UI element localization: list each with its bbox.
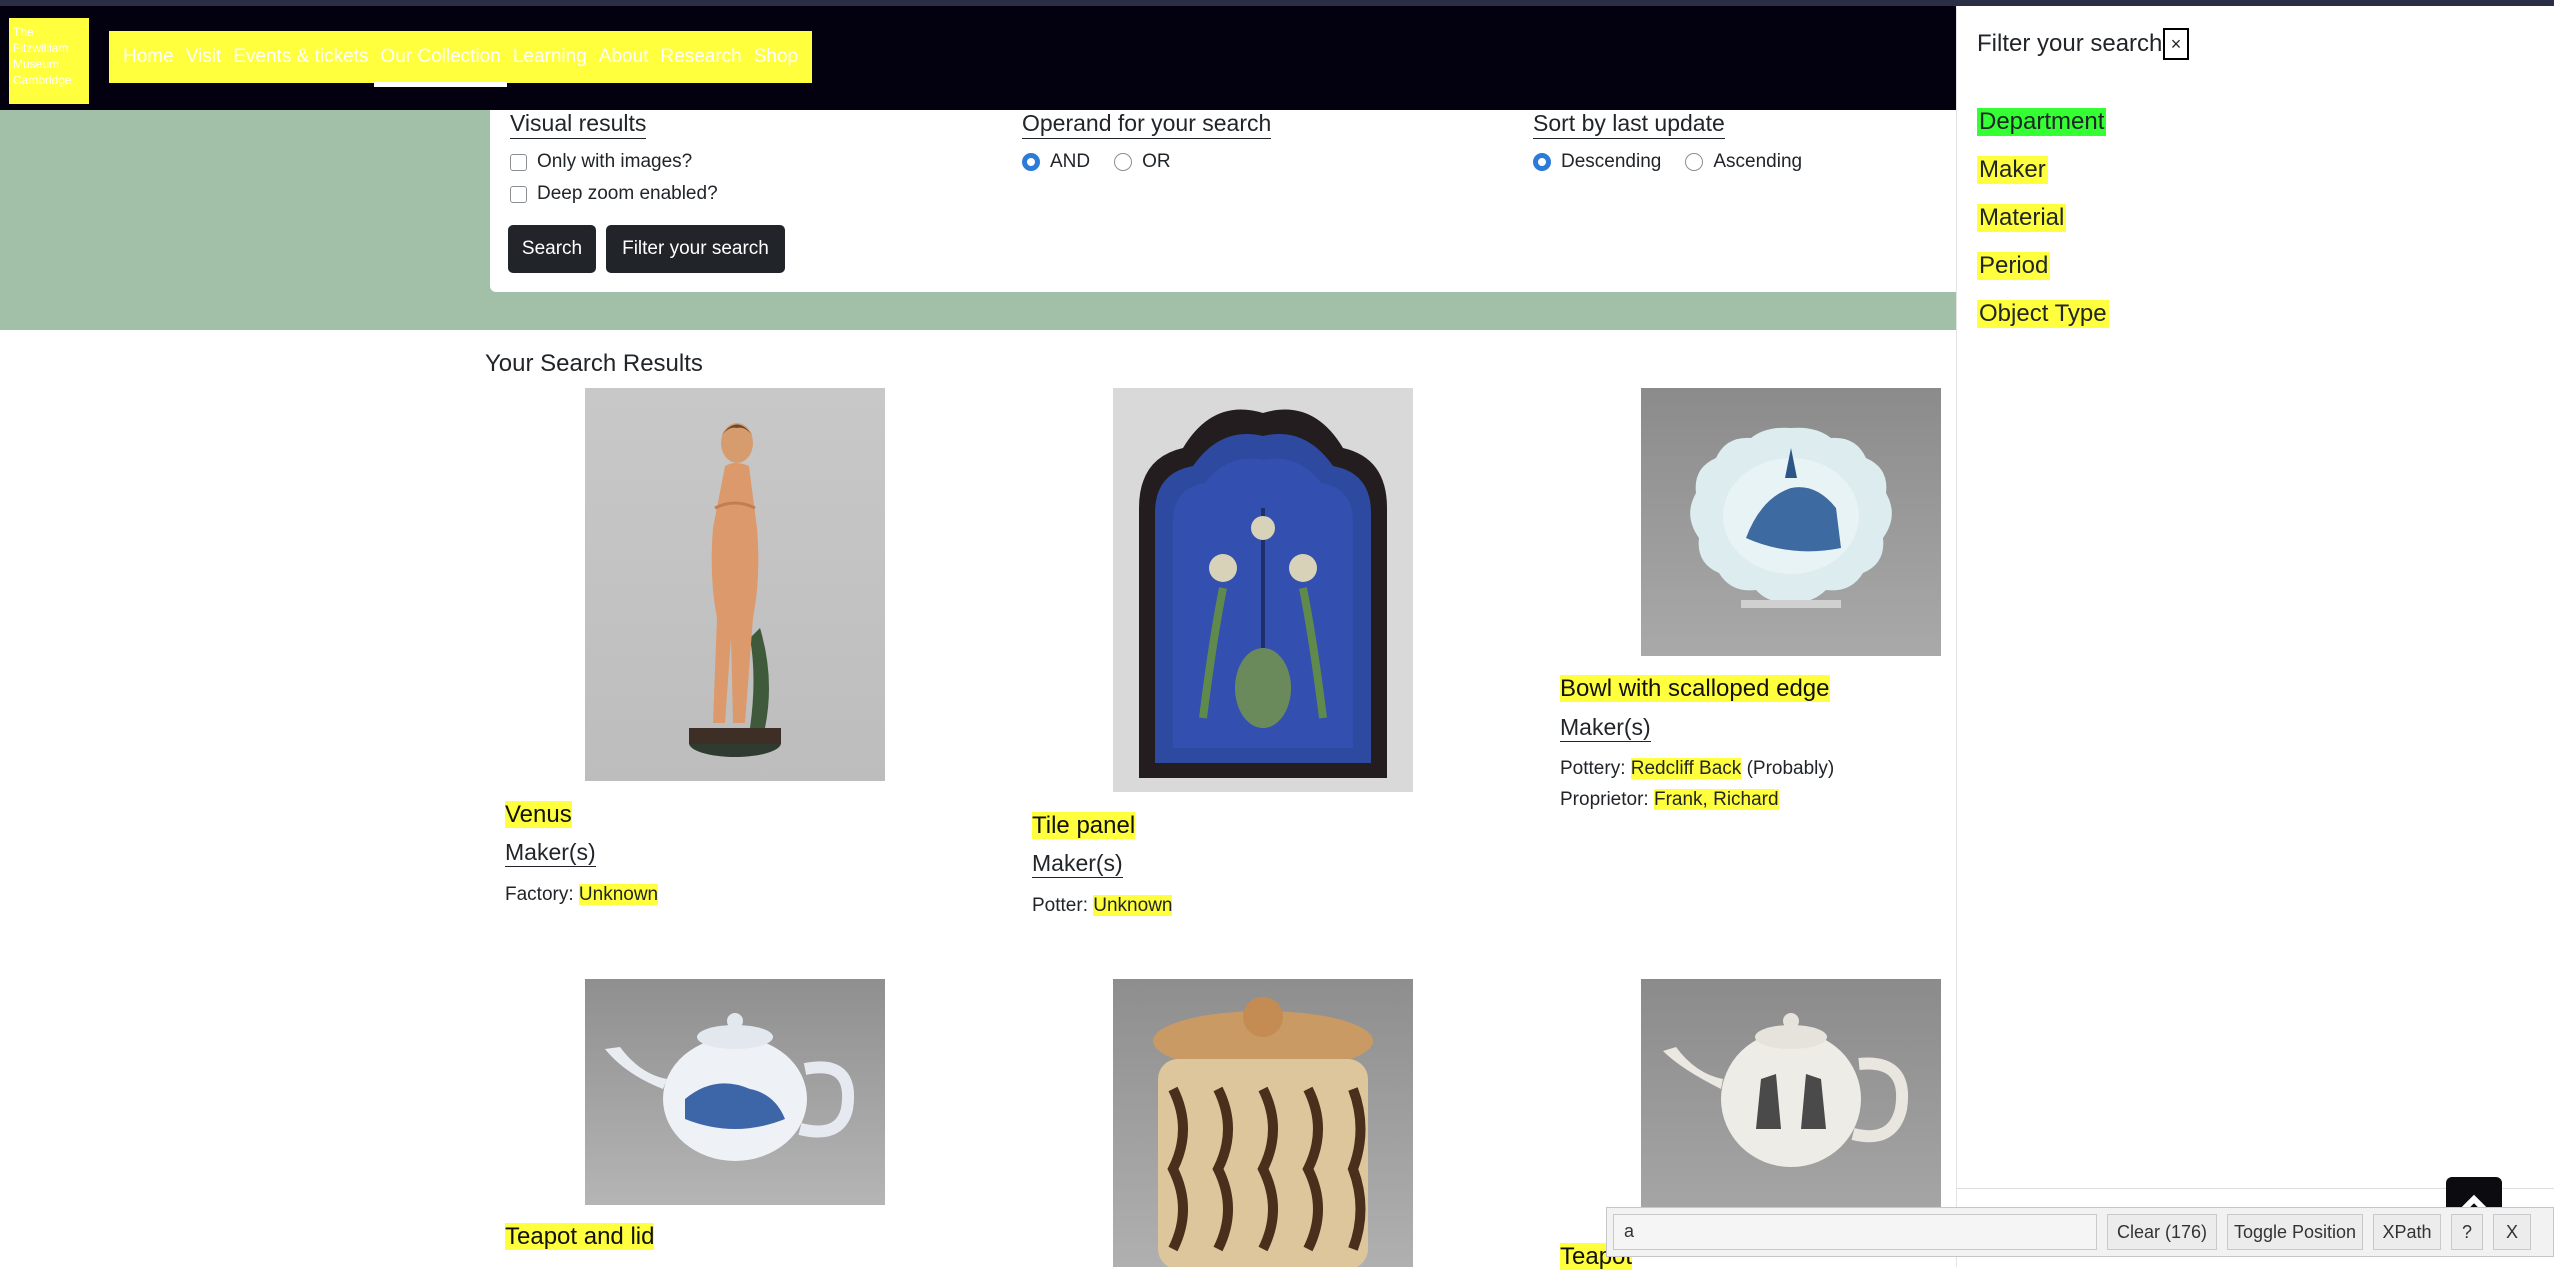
sort-desc-label: Descending	[1561, 151, 1662, 172]
nav-home[interactable]: Home	[123, 46, 174, 68]
maker-role: Proprietor:	[1560, 789, 1649, 810]
maker-line: Factory: Unknown	[505, 884, 659, 906]
sort-desc-option[interactable]: Descending	[1533, 151, 1661, 173]
maker-name-link[interactable]: Unknown	[578, 884, 659, 905]
search-button[interactable]: Search	[508, 225, 596, 273]
facet-period[interactable]: Period	[1977, 252, 2051, 280]
nav-shop[interactable]: Shop	[754, 46, 798, 68]
sort-asc-label: Ascending	[1713, 151, 1803, 172]
teapot-lid-image[interactable]	[585, 979, 885, 1205]
operand-and-label: AND	[1050, 151, 1091, 172]
xpath-query-input[interactable]: a	[1613, 1214, 2097, 1250]
search-options-panel: Visual results Only with images? Deep zo…	[490, 110, 1956, 292]
operand-or-label: OR	[1142, 151, 1171, 172]
help-button[interactable]: ?	[2451, 1214, 2483, 1250]
maker-name-link[interactable]: Redcliff Back	[1630, 758, 1742, 779]
jar-image[interactable]	[1113, 979, 1413, 1267]
maker-role: Factory:	[505, 884, 574, 905]
makers-heading[interactable]: Maker(s)	[1560, 714, 1651, 742]
nav-our-collection[interactable]: Our Collection	[374, 46, 508, 87]
venus-figurine-illustration	[689, 423, 781, 757]
sort-asc-radio[interactable]	[1685, 153, 1704, 171]
logo-line: Museum	[13, 57, 60, 71]
museum-logo[interactable]: The Fitzwilliam Museum Cambridge	[9, 18, 89, 104]
sort-radios: Descending Ascending	[1533, 151, 1826, 173]
nav-learning[interactable]: Learning	[513, 46, 587, 68]
sort-group: Sort by last update Descending Ascending	[1533, 110, 1826, 173]
operand-or-radio[interactable]	[1114, 153, 1133, 171]
result-title-text[interactable]: Bowl with scalloped edge	[1560, 675, 1830, 702]
makers-heading[interactable]: Maker(s)	[1032, 850, 1123, 878]
xpath-toolbar: a Clear (176) Toggle Position XPath ? X	[1606, 1207, 2554, 1257]
maker-line: Proprietor: Frank, Richard	[1560, 789, 1779, 811]
sort-desc-radio[interactable]	[1533, 153, 1551, 171]
deep-zoom-checkbox[interactable]	[510, 185, 527, 203]
results-heading: Your Search Results	[485, 350, 703, 377]
venus-image[interactable]	[585, 388, 885, 781]
site-navbar: The Fitzwilliam Museum Cambridge Home Vi…	[0, 6, 1956, 110]
operand-or-option[interactable]: OR	[1114, 151, 1171, 173]
result-card-title[interactable]: Tile panel	[1032, 812, 1136, 840]
jar-illustration	[1153, 997, 1373, 1267]
xpath-button[interactable]: XPath	[2373, 1214, 2441, 1250]
logo-line: The	[13, 25, 34, 39]
only-images-label: Only with images?	[537, 151, 693, 172]
only-images-row: Only with images?	[510, 151, 718, 173]
facet-object-type[interactable]: Object Type	[1977, 300, 2109, 328]
result-title-text[interactable]: Teapot and lid	[505, 1223, 655, 1250]
only-images-checkbox[interactable]	[510, 153, 527, 171]
deep-zoom-row: Deep zoom enabled?	[510, 183, 718, 205]
facet-material[interactable]: Material	[1977, 204, 2067, 232]
nav-research[interactable]: Research	[660, 46, 741, 68]
bowl-image[interactable]	[1641, 388, 1941, 656]
facet-maker[interactable]: Maker	[1977, 156, 2048, 184]
result-title-text[interactable]: Venus	[505, 801, 572, 828]
result-title-text[interactable]: Tile panel	[1032, 812, 1136, 839]
maker-role: Pottery:	[1560, 758, 1626, 779]
operand-radios: AND OR	[1022, 151, 1271, 173]
operand-and-radio[interactable]	[1022, 153, 1040, 171]
close-toolbar-button[interactable]: X	[2493, 1214, 2531, 1250]
maker-line: Potter: Unknown	[1032, 895, 1173, 917]
tile-panel-image[interactable]	[1113, 388, 1413, 792]
close-icon[interactable]: ×	[2163, 28, 2189, 60]
teapot-illustration	[605, 1013, 855, 1161]
nav-visit[interactable]: Visit	[186, 46, 222, 68]
toggle-position-button[interactable]: Toggle Position	[2227, 1214, 2363, 1250]
main-nav: Home Visit Events & tickets Our Collecti…	[109, 31, 813, 87]
makers-heading[interactable]: Maker(s)	[505, 839, 596, 867]
teapot-image[interactable]	[1641, 979, 1941, 1207]
maker-name-link[interactable]: Frank, Richard	[1653, 789, 1779, 810]
maker-name-link[interactable]: Unknown	[1093, 895, 1173, 916]
sort-title: Sort by last update	[1533, 110, 1725, 139]
maker-qualifier: (Probably)	[1741, 758, 1835, 779]
sidebar-title: Filter your search	[1977, 30, 2163, 57]
logo-line: Fitzwilliam	[13, 41, 69, 55]
logo-line: Cambridge	[13, 73, 72, 87]
teapot-print-illustration	[1663, 1013, 1909, 1167]
maker-line: Pottery: Redcliff Back (Probably)	[1560, 758, 1834, 780]
maker-role: Potter:	[1032, 895, 1088, 916]
deep-zoom-label: Deep zoom enabled?	[537, 183, 718, 204]
result-card-title[interactable]: Teapot and lid	[505, 1223, 655, 1251]
filter-sidebar: Filter your search × Department Maker Ma…	[1956, 6, 2554, 1267]
visual-results-group: Visual results Only with images? Deep zo…	[510, 110, 718, 205]
sort-asc-option[interactable]: Ascending	[1685, 151, 1802, 173]
filter-search-button[interactable]: Filter your search	[606, 225, 785, 273]
nav-about[interactable]: About	[599, 46, 649, 68]
clear-button[interactable]: Clear (176)	[2107, 1214, 2217, 1250]
result-card-title[interactable]: Bowl with scalloped edge	[1560, 675, 1830, 703]
tile-panel-illustration	[1139, 409, 1387, 778]
result-card-title[interactable]: Venus	[505, 801, 572, 829]
nav-events-tickets[interactable]: Events & tickets	[233, 46, 368, 68]
operand-group: Operand for your search AND OR	[1022, 110, 1272, 173]
facet-department[interactable]: Department	[1977, 108, 2107, 136]
visual-results-title: Visual results	[510, 110, 647, 139]
operand-title: Operand for your search	[1022, 110, 1272, 139]
bowl-illustration	[1690, 427, 1892, 608]
operand-and-option[interactable]: AND	[1022, 151, 1090, 173]
